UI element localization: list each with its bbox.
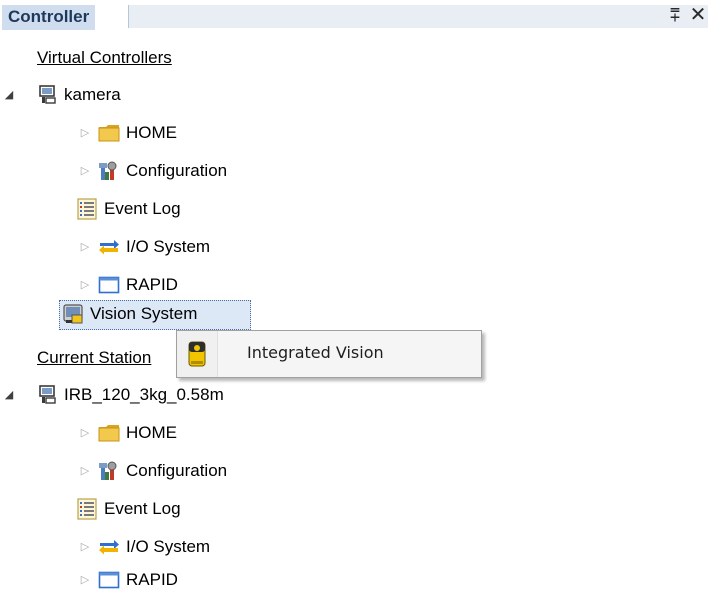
tree-node-label: Event Log bbox=[104, 199, 181, 218]
collapsed-arrow-icon[interactable]: ▷ bbox=[79, 270, 91, 300]
tree-node-io-system[interactable]: ▷ I/O System bbox=[0, 532, 300, 562]
tree-node-label: I/O System bbox=[126, 237, 211, 256]
event-log-icon bbox=[77, 198, 97, 220]
group-current-station[interactable]: Current Station bbox=[37, 348, 151, 368]
tree-node-label: Configuration bbox=[126, 161, 228, 180]
collapsed-arrow-icon[interactable]: ▷ bbox=[79, 532, 91, 562]
tree-node-label: HOME bbox=[126, 423, 177, 442]
tree-node-event-log[interactable]: Event Log bbox=[0, 194, 300, 224]
integrated-vision-icon bbox=[188, 341, 206, 367]
tree-node-configuration[interactable]: ▷ Configuration bbox=[0, 456, 300, 486]
rapid-icon bbox=[98, 571, 120, 589]
tree-node-label: HOME bbox=[126, 123, 177, 142]
vision-system-icon bbox=[63, 304, 83, 324]
tree-node-event-log[interactable]: Event Log bbox=[0, 494, 300, 524]
rapid-icon bbox=[98, 276, 120, 294]
io-system-icon bbox=[99, 540, 119, 555]
configuration-icon bbox=[99, 461, 117, 480]
group-virtual-controllers[interactable]: Virtual Controllers bbox=[37, 48, 172, 68]
tree-node-rapid[interactable]: ▷ RAPID bbox=[0, 565, 300, 595]
tree-node-label: I/O System bbox=[126, 537, 211, 556]
context-menu: Integrated Vision bbox=[176, 330, 482, 378]
tree-node-label: IRB_120_3kg_0.58m bbox=[64, 385, 224, 404]
tree-node-label: Event Log bbox=[104, 499, 181, 518]
tree-node-vision-system[interactable]: Vision System bbox=[0, 299, 250, 329]
panel-header: Controller ⩱ ✕ bbox=[0, 0, 708, 30]
tree-node-home[interactable]: ▷ HOME bbox=[0, 418, 300, 448]
panel-title: Controller bbox=[8, 7, 90, 26]
expanded-arrow-icon[interactable]: ◢ bbox=[3, 380, 15, 410]
tree-node-label: Configuration bbox=[126, 461, 228, 480]
collapsed-arrow-icon[interactable]: ▷ bbox=[79, 232, 91, 262]
configuration-icon bbox=[99, 161, 117, 180]
tree-node-home[interactable]: ▷ HOME bbox=[0, 118, 300, 148]
tab-strip bbox=[128, 5, 708, 28]
tree-node-label: RAPID bbox=[126, 275, 178, 294]
expanded-arrow-icon[interactable]: ◢ bbox=[3, 80, 15, 110]
folder-icon bbox=[98, 425, 120, 442]
folder-icon bbox=[98, 125, 120, 142]
tree-node-irb-controller[interactable]: ◢ IRB_120_3kg_0.58m bbox=[0, 380, 400, 410]
panel-title-tab[interactable]: Controller bbox=[2, 5, 96, 30]
collapsed-arrow-icon[interactable]: ▷ bbox=[79, 456, 91, 486]
collapsed-arrow-icon[interactable]: ▷ bbox=[79, 418, 91, 448]
tree-node-io-system[interactable]: ▷ I/O System bbox=[0, 232, 300, 262]
context-menu-item-label: Integrated Vision bbox=[247, 343, 384, 362]
io-system-icon bbox=[99, 240, 119, 255]
event-log-icon bbox=[77, 498, 97, 520]
tree-node-label: RAPID bbox=[126, 570, 178, 589]
pin-dropdown-icon[interactable]: ⩱ bbox=[665, 4, 685, 26]
context-menu-item-integrated-vision[interactable]: Integrated Vision bbox=[177, 331, 481, 377]
collapsed-arrow-icon[interactable]: ▷ bbox=[79, 156, 91, 186]
tree-node-label: kamera bbox=[64, 85, 121, 104]
controller-icon bbox=[39, 385, 56, 404]
close-icon[interactable]: ✕ bbox=[688, 4, 708, 26]
collapsed-arrow-icon[interactable]: ▷ bbox=[79, 118, 91, 148]
controller-panel: Controller ⩱ ✕ Virtual Controllers ◢ kam… bbox=[0, 0, 708, 595]
tree-node-label: Vision System bbox=[90, 304, 198, 323]
tree-node-kamera[interactable]: ◢ kamera bbox=[0, 80, 300, 110]
collapsed-arrow-icon[interactable]: ▷ bbox=[79, 565, 91, 595]
tree-node-rapid[interactable]: ▷ RAPID bbox=[0, 270, 300, 300]
tree-node-configuration[interactable]: ▷ Configuration bbox=[0, 156, 300, 186]
controller-icon bbox=[39, 85, 56, 104]
